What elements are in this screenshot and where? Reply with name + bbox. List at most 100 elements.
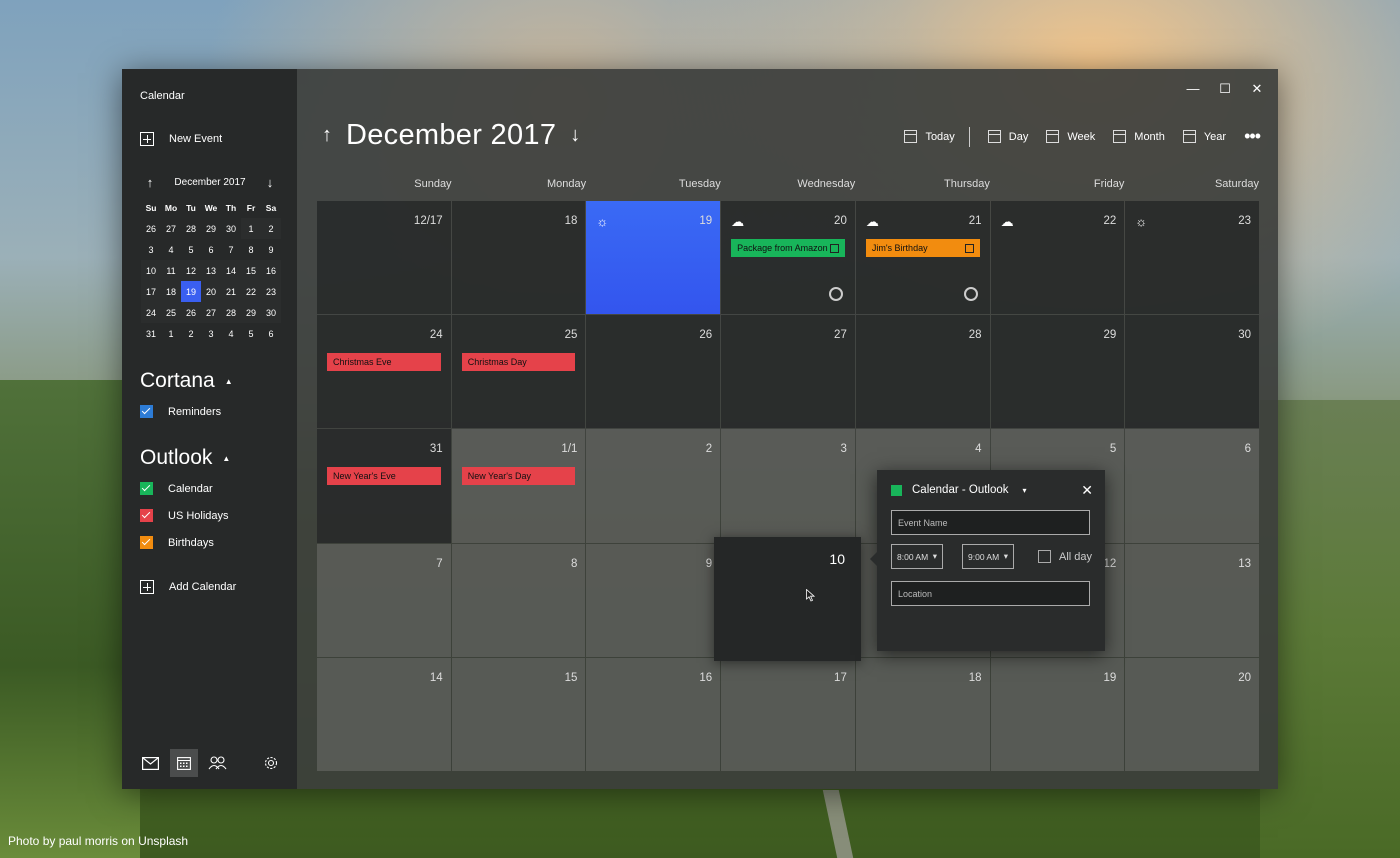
day-cell[interactable]: 27 [721, 315, 855, 429]
mini-calendar-day[interactable]: 1 [241, 218, 261, 239]
mini-calendar-day[interactable]: 24 [141, 302, 161, 323]
event-chip[interactable]: Christmas Day [461, 353, 576, 372]
day-cell[interactable]: 20 [1125, 657, 1259, 771]
mini-calendar-day[interactable]: 23 [261, 281, 281, 302]
mini-calendar-day[interactable]: 2 [261, 218, 281, 239]
day-cell[interactable]: 24 Christmas Eve [317, 315, 451, 429]
location-input[interactable]: Location [891, 581, 1090, 606]
day-cell[interactable]: 31 New Year's Eve [317, 429, 451, 543]
day-cell[interactable]: 15 [451, 657, 586, 771]
all-day-checkbox[interactable]: All day [1038, 550, 1092, 563]
mini-calendar-day[interactable]: 4 [221, 323, 241, 344]
day-view-button[interactable]: Day [987, 130, 1028, 143]
mini-calendar-day[interactable]: 28 [221, 302, 241, 323]
add-calendar-button[interactable]: Add Calendar [140, 580, 236, 594]
day-cell[interactable]: 30 [1125, 315, 1259, 429]
day-cell[interactable]: 1/1 New Year's Day [451, 429, 586, 543]
mini-calendar-prev-button[interactable]: ↑ [140, 175, 160, 190]
close-button[interactable]: ✕ [1250, 81, 1264, 97]
people-icon[interactable] [204, 749, 232, 777]
day-cell[interactable]: 23 ☼ [1125, 201, 1259, 315]
mini-calendar-title[interactable]: December 2017 [174, 177, 245, 188]
cortana-section-header[interactable]: Cortana ▲ [140, 369, 233, 393]
mini-calendar-day[interactable]: 25 [161, 302, 181, 323]
calendar-toggle-us-holidays[interactable]: US Holidays [140, 509, 229, 522]
day-cell[interactable]: 18 [855, 657, 990, 771]
settings-gear-icon[interactable] [257, 749, 285, 777]
event-name-input[interactable]: Event Name [891, 510, 1090, 535]
mini-calendar-day[interactable]: 27 [201, 302, 221, 323]
mini-calendar-day[interactable]: 31 [141, 323, 161, 344]
maximize-button[interactable]: ☐ [1218, 81, 1232, 97]
day-cell[interactable]: 16 [586, 657, 721, 771]
mini-calendar-day[interactable]: 5 [181, 239, 201, 260]
day-cell[interactable]: 9 [586, 543, 721, 657]
mini-calendar-day[interactable]: 15 [241, 260, 261, 281]
calendar-toggle-calendar[interactable]: Calendar [140, 482, 213, 495]
mini-calendar-day[interactable]: 29 [201, 218, 221, 239]
mini-calendar-day[interactable]: 19 [181, 281, 201, 302]
calendar-icon[interactable] [170, 749, 198, 777]
day-cell[interactable]: 21 ☁ Jim's Birthday [855, 201, 990, 315]
next-month-button[interactable]: ↓ [570, 124, 580, 147]
day-cell[interactable]: 28 [855, 315, 990, 429]
mini-calendar-next-button[interactable]: ↓ [260, 175, 280, 190]
year-view-button[interactable]: Year [1182, 130, 1226, 143]
new-event-button[interactable]: New Event [140, 132, 222, 146]
mini-calendar-day[interactable]: 10 [141, 260, 161, 281]
mini-calendar-day[interactable]: 20 [201, 281, 221, 302]
day-cell[interactable]: 7 [317, 543, 451, 657]
mini-calendar-day[interactable]: 4 [161, 239, 181, 260]
mini-calendar-day[interactable]: 2 [181, 323, 201, 344]
day-cell[interactable]: 6 [1125, 429, 1259, 543]
day-cell[interactable]: 18 [451, 201, 586, 315]
event-chip[interactable]: Package from Amazon [731, 239, 845, 257]
mini-calendar-day[interactable]: 8 [241, 239, 261, 260]
day-cell[interactable]: 25 Christmas Day [451, 315, 586, 429]
mini-calendar-day[interactable]: 22 [241, 281, 261, 302]
mini-calendar-day[interactable]: 27 [161, 218, 181, 239]
prev-month-button[interactable]: ↑ [322, 124, 332, 147]
day-cell[interactable]: 13 [1125, 543, 1259, 657]
day-cell[interactable]: 12/17 [317, 201, 451, 315]
mini-calendar-day[interactable]: 9 [261, 239, 281, 260]
day-cell[interactable]: 2 [586, 429, 721, 543]
more-options-icon[interactable]: ••• [1244, 126, 1261, 147]
event-chip[interactable]: New Year's Day [461, 467, 576, 486]
mini-calendar-day[interactable]: 5 [241, 323, 261, 344]
event-chip[interactable]: New Year's Eve [327, 467, 441, 486]
month-title[interactable]: December 2017 [346, 119, 556, 152]
mini-calendar-day[interactable]: 26 [181, 302, 201, 323]
mini-calendar-day[interactable]: 6 [261, 323, 281, 344]
day-cell[interactable]: 29 [990, 315, 1125, 429]
mini-calendar-day[interactable]: 7 [221, 239, 241, 260]
mini-calendar-day[interactable]: 30 [261, 302, 281, 323]
mini-calendar-day[interactable]: 1 [161, 323, 181, 344]
mini-calendar-day[interactable]: 14 [221, 260, 241, 281]
calendar-toggle-reminders[interactable]: Reminders [140, 405, 221, 418]
mini-calendar-day[interactable]: 28 [181, 218, 201, 239]
hover-day-card[interactable]: 10 [714, 537, 861, 661]
mini-calendar-day[interactable]: 18 [161, 281, 181, 302]
day-cell[interactable]: 22 ☁ [990, 201, 1125, 315]
week-view-button[interactable]: Week [1046, 130, 1095, 143]
end-time-select[interactable]: 9:00 AM ▾ [962, 544, 1014, 569]
mini-calendar-day[interactable]: 17 [141, 281, 161, 302]
month-view-button[interactable]: Month [1113, 130, 1165, 143]
day-cell[interactable]: 14 [317, 657, 451, 771]
event-chip[interactable]: Jim's Birthday [865, 239, 980, 257]
mini-calendar-day[interactable]: 11 [161, 260, 181, 281]
mini-calendar-day[interactable]: 12 [181, 260, 201, 281]
mini-calendar-day[interactable]: 21 [221, 281, 241, 302]
start-time-select[interactable]: 8:00 AM ▾ [891, 544, 943, 569]
mini-calendar-day[interactable]: 13 [201, 260, 221, 281]
day-cell[interactable]: 19 [990, 657, 1125, 771]
day-cell[interactable]: 3 [721, 429, 855, 543]
mini-calendar-day[interactable]: 26 [141, 218, 161, 239]
today-button[interactable]: Today [904, 130, 955, 143]
outlook-section-header[interactable]: Outlook ▲ [140, 446, 230, 470]
day-cell[interactable]: 19 ☼ [586, 201, 721, 315]
mail-icon[interactable] [136, 749, 164, 777]
event-chip[interactable]: Christmas Eve [327, 353, 441, 372]
calendar-toggle-birthdays[interactable]: Birthdays [140, 536, 214, 549]
